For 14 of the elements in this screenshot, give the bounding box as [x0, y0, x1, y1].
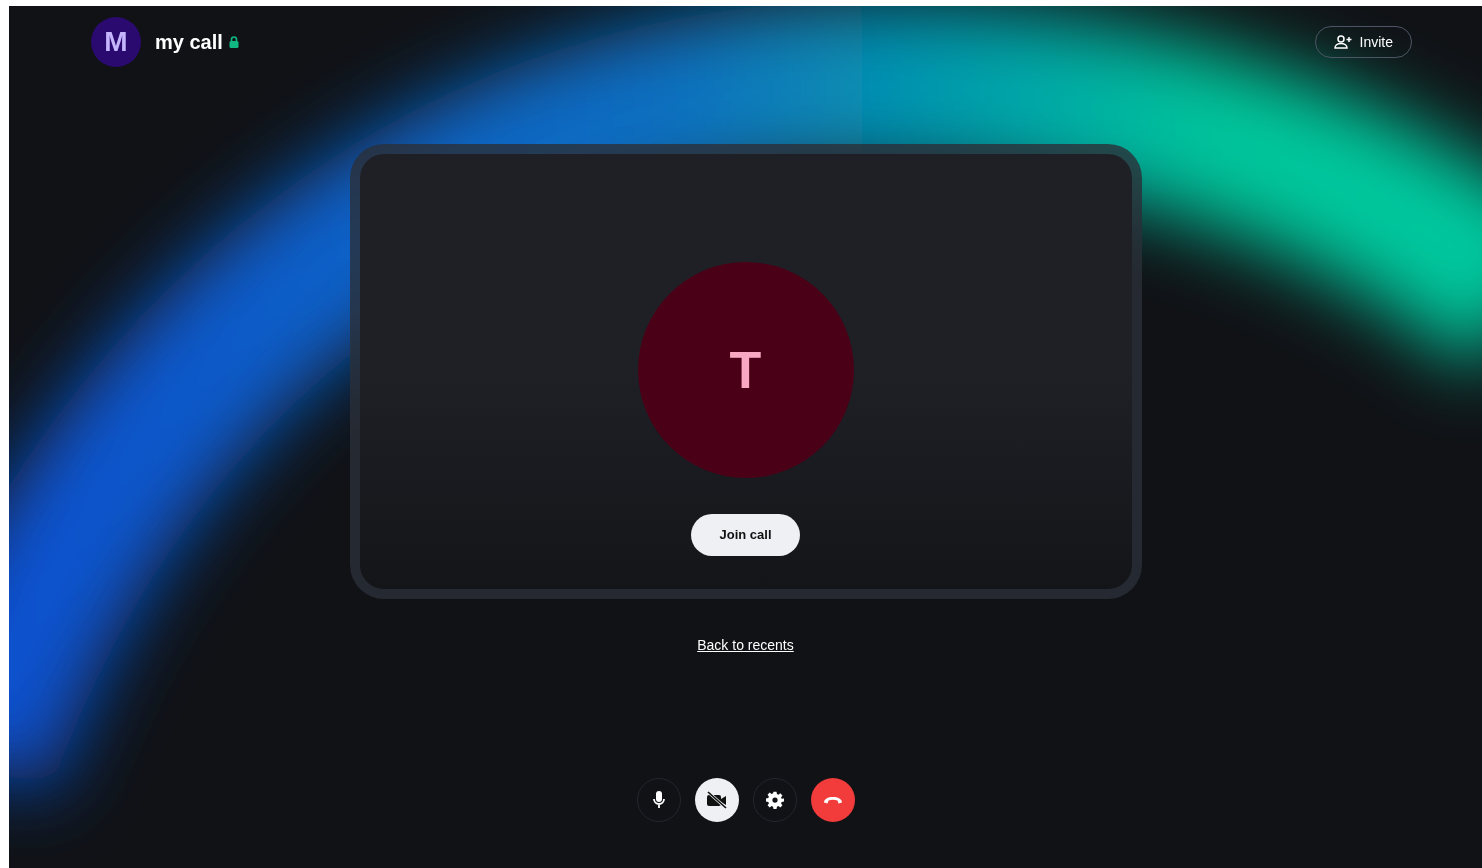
hang-up-icon — [822, 796, 843, 804]
join-call-button[interactable]: Join call — [691, 514, 800, 556]
camera-off-icon — [705, 791, 728, 809]
camera-button[interactable] — [694, 778, 739, 822]
participant-avatar: T — [637, 262, 854, 478]
microphone-icon — [652, 791, 665, 809]
user-avatar: M — [91, 17, 141, 67]
settings-icon — [765, 791, 784, 809]
hang-up-button[interactable] — [810, 778, 855, 822]
back-to-recents-link[interactable]: Back to recents — [697, 635, 794, 656]
add-person-icon — [1333, 35, 1352, 49]
call-title: my call — [155, 30, 223, 55]
settings-button[interactable] — [752, 778, 797, 822]
microphone-button[interactable] — [636, 778, 681, 822]
